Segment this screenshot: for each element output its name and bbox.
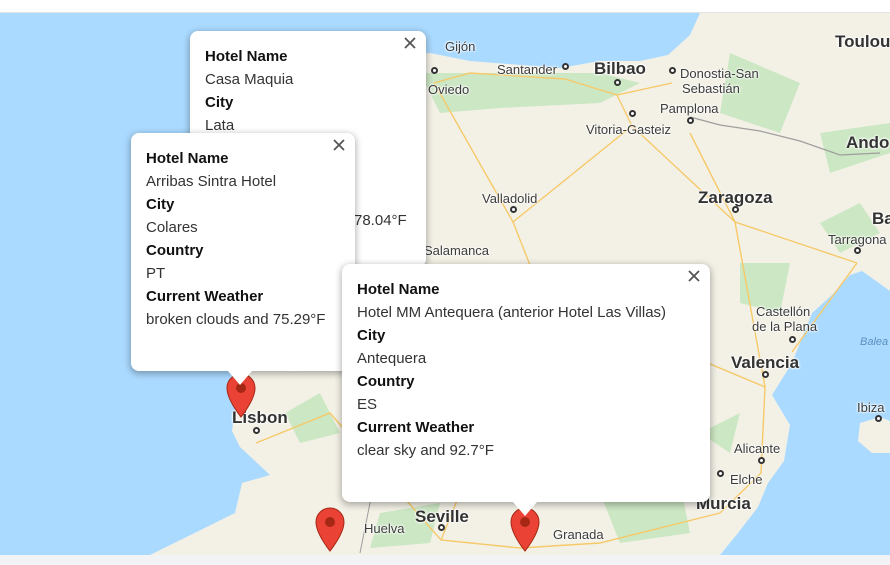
page-bottom-bar <box>0 555 890 565</box>
hotel-name-value: Hotel MM Antequera (anterior Hotel Las V… <box>357 304 667 321</box>
label-hotel-name: Hotel Name <box>146 150 229 167</box>
label-hotel-name: Hotel Name <box>205 48 288 65</box>
label-city: City <box>205 94 234 111</box>
label-current-weather: Current Weather <box>357 419 475 436</box>
hotel-name-value: Arribas Sintra Hotel <box>146 173 277 190</box>
map-label-tarragona: Tarragona <box>828 232 887 247</box>
marker-algarve-pin-icon[interactable] <box>313 506 347 552</box>
city-dot-zaragoza <box>732 206 739 213</box>
map-label-gij-n: Gijón <box>445 39 476 54</box>
city-dot-valencia <box>762 371 769 378</box>
label-current-weather: Current Weather <box>146 288 264 305</box>
city-dot-de-la-plana <box>789 336 796 343</box>
city-dot-lisbon <box>253 427 260 434</box>
close-icon[interactable] <box>332 138 346 152</box>
label-country: Country <box>357 373 415 390</box>
map-label-toulou: Toulou <box>835 32 890 51</box>
city-dot-tarragona <box>854 247 861 254</box>
city-dot-seville <box>438 524 445 531</box>
label-city: City <box>146 196 175 213</box>
map-label-ando: Ando <box>846 133 890 152</box>
map-label-castell-n: Castellón <box>756 304 811 319</box>
city-dot-alicante <box>758 457 765 464</box>
city-dot-oviedo <box>431 67 438 74</box>
city-dot-pamplona <box>687 117 694 124</box>
info-window-antequera: Hotel Name Hotel MM Antequera (anterior … <box>342 264 710 516</box>
city-value: Colares <box>146 219 198 236</box>
city-dot-donostia-san <box>669 67 676 74</box>
map-label-donostia-san: Donostia-San <box>680 66 759 81</box>
country-value: PT <box>146 265 166 282</box>
label-hotel-name: Hotel Name <box>357 281 440 298</box>
map-label-bilbao: Bilbao <box>594 59 646 78</box>
map-label-santander: Santander <box>497 62 557 77</box>
weather-value: broken clouds and 75.29°F <box>146 311 326 328</box>
info-window-tail <box>228 371 252 385</box>
weather-value: clear sky and 92.7°F <box>357 442 494 459</box>
close-icon[interactable] <box>687 269 701 283</box>
map-label-ibiza: Ibiza <box>857 400 885 415</box>
city-dot-ibiza <box>875 415 882 422</box>
map-label-huelva: Huelva <box>364 521 405 536</box>
city-value: Antequera <box>357 350 427 367</box>
city-dot-valladolid <box>510 206 517 213</box>
map-label-de-la-plana: de la Plana <box>752 319 818 334</box>
label-country: Country <box>146 242 204 259</box>
map-label-valladolid: Valladolid <box>482 191 538 206</box>
map-label-elche: Elche <box>730 472 763 487</box>
map-label-valencia: Valencia <box>731 353 800 372</box>
city-dot-vitoria-gasteiz <box>629 110 636 117</box>
page-top-bar <box>0 0 890 13</box>
map-label-salamanca: Salamanca <box>424 243 490 258</box>
weather-value: 78.04°F <box>354 212 407 229</box>
city-dot-bilbao <box>614 79 621 86</box>
city-dot-elche <box>717 470 724 477</box>
map-label-vitoria-gasteiz: Vitoria-Gasteiz <box>586 122 672 137</box>
hotel-name-value: Casa Maquia <box>205 71 294 88</box>
map-label-oviedo: Oviedo <box>428 82 470 97</box>
map-label-ba: Ba <box>872 209 890 228</box>
info-window-arribas-sintra: Hotel Name Arribas Sintra Hotel City Col… <box>131 133 355 385</box>
map-label-balea: Balea <box>860 336 889 348</box>
info-window-tail <box>513 502 537 516</box>
city-dot-santander <box>562 63 569 70</box>
map-label-zaragoza: Zaragoza <box>698 188 773 207</box>
close-icon[interactable] <box>403 36 417 50</box>
map-label-alicante: Alicante <box>734 441 781 456</box>
map-label-pamplona: Pamplona <box>660 101 719 116</box>
map-label-sebasti-n: Sebastián <box>682 81 740 96</box>
label-city: City <box>357 327 386 344</box>
map-label-granada: Granada <box>553 527 604 542</box>
country-value: ES <box>357 396 378 413</box>
